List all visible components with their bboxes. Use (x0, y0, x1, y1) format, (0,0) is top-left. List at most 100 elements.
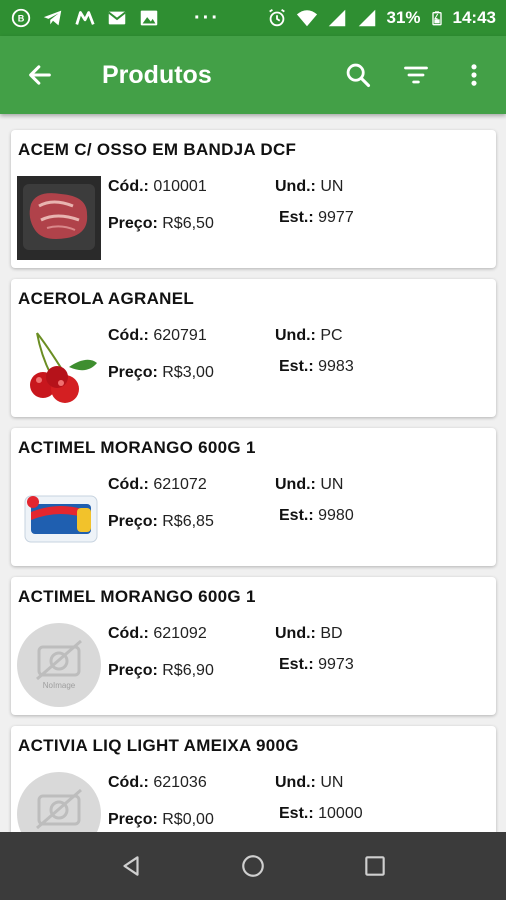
price-label: Preço: (108, 662, 158, 679)
price-value: R$6,90 (162, 662, 214, 679)
battery-charging-icon (431, 11, 442, 26)
price-field: Preço: R$6,90 (108, 662, 214, 680)
price-value: R$6,85 (162, 513, 214, 530)
gmail-icon (106, 7, 128, 29)
unit-field: Und.: PC (275, 327, 343, 345)
product-name: ACTIVIA LIQ LIGHT AMEIXA 900G (18, 736, 299, 755)
stock-value: 9973 (318, 656, 354, 673)
code-field: Cód.: 621036 (108, 774, 207, 792)
price-label: Preço: (108, 811, 158, 828)
code-field: Cód.: 621072 (108, 476, 207, 494)
price-field: Preço: R$6,50 (108, 215, 214, 233)
wifi-icon (297, 10, 318, 27)
stock-field: Est.: 9983 (279, 358, 354, 376)
code-label: Cód.: (108, 178, 149, 195)
stock-label: Est.: (279, 358, 314, 375)
unit-field: Und.: BD (275, 625, 343, 643)
acerola-image (17, 325, 101, 409)
circle-home-icon (242, 855, 264, 877)
unit-value: UN (320, 476, 344, 493)
code-value: 620791 (153, 327, 207, 344)
unit-label: Und.: (275, 476, 316, 493)
product-card[interactable]: ACTIVIA LIQ LIGHT AMEIXA 900G Cód.: 6210… (11, 726, 496, 832)
svg-text:B: B (18, 14, 25, 24)
square-recents-icon (365, 856, 385, 876)
product-card[interactable]: ACEROLA AGRANEL Cód.: 620791 Preço: R$3,… (11, 279, 496, 417)
code-field: Cód.: 621092 (108, 625, 207, 643)
notification-icons: B ··· (10, 7, 220, 29)
telegram-icon (42, 7, 64, 29)
product-name: ACEM C/ OSSO EM BANDJA DCF (18, 140, 297, 159)
gallery-icon (138, 7, 160, 29)
nav-recents-button[interactable] (353, 844, 397, 888)
no-image-placeholder: NoImage (17, 623, 101, 707)
unit-value: PC (320, 327, 343, 344)
more-notifications-indicator: ··· (194, 7, 220, 29)
code-value: 621072 (153, 476, 207, 493)
battery-percent: 31% (386, 8, 421, 27)
code-field: Cód.: 620791 (108, 327, 207, 345)
unit-value: UN (320, 178, 344, 195)
status-bar: B ··· 31% 14:43 (0, 0, 506, 36)
price-label: Preço: (108, 364, 158, 381)
unit-label: Und.: (275, 327, 316, 344)
actimel-pack-image (17, 474, 101, 558)
price-field: Preço: R$0,00 (108, 811, 214, 829)
stock-field: Est.: 10000 (279, 805, 363, 823)
system-navigation-bar (0, 832, 506, 900)
meat-tray-image (17, 176, 101, 260)
unit-value: UN (320, 774, 344, 791)
product-card[interactable]: ACTIMEL MORANGO 600G 1 Cód.: 621072 Preç… (11, 428, 496, 566)
price-label: Preço: (108, 215, 158, 232)
app-m-icon (74, 7, 96, 29)
stock-value: 10000 (318, 805, 363, 822)
product-card[interactable]: ACTIMEL MORANGO 600G 1 NoImage Cód.: 621… (11, 577, 496, 715)
code-label: Cód.: (108, 476, 149, 493)
unit-label: Und.: (275, 178, 316, 195)
arrow-back-icon (29, 65, 51, 85)
nav-back-button[interactable] (109, 844, 153, 888)
code-label: Cód.: (108, 774, 149, 791)
stock-value: 9980 (318, 507, 354, 524)
stock-value: 9977 (318, 209, 354, 226)
stock-value: 9983 (318, 358, 354, 375)
stock-label: Est.: (279, 507, 314, 524)
more-vert-icon (471, 64, 477, 86)
no-image-placeholder (17, 772, 101, 832)
nav-home-button[interactable] (231, 844, 275, 888)
stock-label: Est.: (279, 805, 314, 822)
price-field: Preço: R$3,00 (108, 364, 214, 382)
filter-button[interactable] (398, 57, 434, 93)
code-field: Cód.: 010001 (108, 178, 207, 196)
code-value: 621092 (153, 625, 207, 642)
page-title: Produtos (102, 60, 212, 89)
product-name: ACEROLA AGRANEL (18, 289, 195, 308)
alarm-icon (269, 8, 286, 27)
stock-field: Est.: 9977 (279, 209, 354, 227)
price-value: R$6,50 (162, 215, 214, 232)
product-card[interactable]: ACEM C/ OSSO EM BANDJA DCF Cód.: 010001 … (11, 130, 496, 268)
unit-label: Und.: (275, 625, 316, 642)
app-toolbar: Produtos (0, 36, 506, 114)
search-button[interactable] (340, 57, 376, 93)
system-status: 31% 14:43 (266, 7, 496, 29)
code-label: Cód.: (108, 327, 149, 344)
stock-field: Est.: 9980 (279, 507, 354, 525)
code-label: Cód.: (108, 625, 149, 642)
no-image-label: NoImage (42, 681, 76, 690)
price-field: Preço: R$6,85 (108, 513, 214, 531)
stock-label: Est.: (279, 656, 314, 673)
filter-icon (404, 66, 428, 84)
triangle-back-icon (123, 856, 139, 876)
search-icon (346, 63, 371, 88)
product-name: ACTIMEL MORANGO 600G 1 (18, 438, 256, 457)
product-list[interactable]: ACEM C/ OSSO EM BANDJA DCF Cód.: 010001 … (0, 114, 506, 832)
signal-icon (329, 9, 346, 27)
back-button[interactable] (20, 55, 60, 95)
signal-2-icon (359, 9, 376, 27)
whatsapp-business-icon: B (10, 7, 32, 29)
product-name: ACTIMEL MORANGO 600G 1 (18, 587, 256, 606)
stock-field: Est.: 9973 (279, 656, 354, 674)
overflow-menu-button[interactable] (456, 57, 492, 93)
price-value: R$0,00 (162, 811, 214, 828)
